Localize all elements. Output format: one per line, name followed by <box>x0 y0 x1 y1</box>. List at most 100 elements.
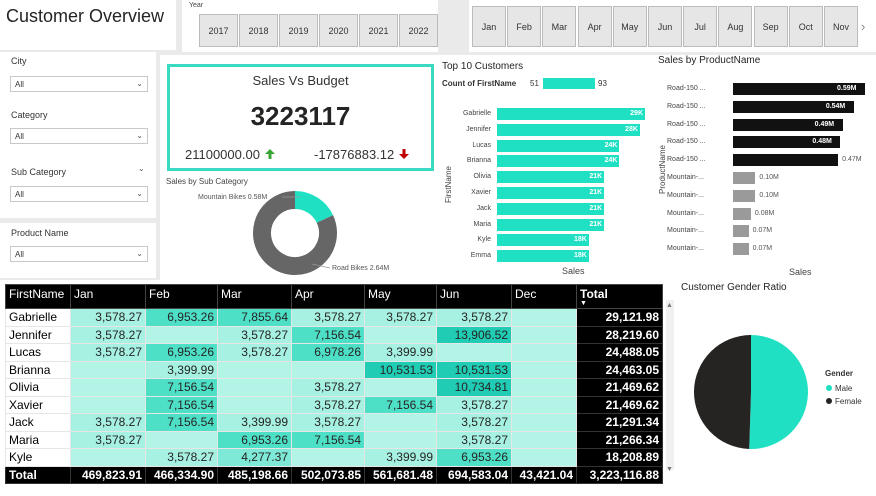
customer-label-emma: Emma <box>470 252 491 260</box>
sub-category-filter-dropdown[interactable]: All ⌄ <box>10 186 148 202</box>
customer-bar-jennifer[interactable]: 28K <box>497 123 640 136</box>
gender-slice-female[interactable] <box>694 335 751 449</box>
matrix-scroll-up[interactable]: ▲ <box>666 302 673 309</box>
year-button-2018[interactable]: 2018 <box>239 14 278 47</box>
matrix-scroll-down[interactable]: ▼ <box>666 466 673 473</box>
customer-bar-jack[interactable]: 21K <box>497 202 605 215</box>
top-customers-ylabel: FirstName <box>443 166 453 203</box>
matrix-cell <box>511 308 577 327</box>
gender-slice-male[interactable] <box>749 335 809 449</box>
matrix-header-may[interactable]: May <box>364 284 437 309</box>
matrix-cell <box>436 343 512 362</box>
total-cell: 502,073.85 <box>291 465 365 484</box>
row-total: 28,219.60 <box>576 325 663 344</box>
customer-bar-maria[interactable]: 21K <box>497 218 605 231</box>
matrix-cell: 3,399.99 <box>145 360 218 379</box>
matrix-cell <box>511 360 577 379</box>
product-bar[interactable] <box>733 225 749 238</box>
donut-slice-0[interactable] <box>294 191 334 224</box>
total-row-label: Total <box>5 465 71 484</box>
matrix-header-dec[interactable]: Dec <box>511 284 577 309</box>
month-button-mar[interactable]: Mar <box>542 6 577 47</box>
chevron-right-icon[interactable]: › <box>861 19 865 34</box>
category-filter-dropdown[interactable]: All ⌄ <box>10 128 148 144</box>
matrix-header-jun[interactable]: Jun <box>436 284 512 309</box>
year-button-2021[interactable]: 2021 <box>359 14 398 47</box>
month-button-jun[interactable]: Jun <box>648 6 682 47</box>
month-button-may[interactable]: May <box>612 6 647 47</box>
product-name-filter-dropdown[interactable]: All ⌄ <box>10 246 148 262</box>
count-slider-track[interactable] <box>543 78 595 89</box>
row-name: Maria <box>5 430 71 449</box>
year-button-2020[interactable]: 2020 <box>319 14 358 47</box>
month-button-aug[interactable]: Aug <box>718 6 753 47</box>
matrix-cell: 3,578.27 <box>436 308 512 327</box>
month-button-jul[interactable]: Jul <box>683 6 718 47</box>
customer-bar-brianna[interactable]: 24K <box>497 155 620 168</box>
product-bar[interactable] <box>733 243 749 256</box>
matrix-cell <box>511 448 577 467</box>
chevron-down-icon[interactable]: ⌄ <box>138 164 145 173</box>
table-row: Kyle 3,578.27 4,277.37 3,399.99 6,953.26 18,2… <box>5 448 663 467</box>
product-bar[interactable] <box>733 207 751 220</box>
product-bar[interactable] <box>733 154 839 167</box>
matrix-header-firstname[interactable]: FirstName <box>5 284 71 309</box>
matrix-cell: 3,578.27 <box>291 308 365 327</box>
kpi-title: Sales Vs Budget <box>252 73 349 88</box>
month-button-jan[interactable]: Jan <box>472 6 506 47</box>
matrix-cell <box>217 360 292 379</box>
customer-bar-gabrielle[interactable]: 29K <box>497 108 645 120</box>
city-filter-dropdown[interactable]: All ⌄ <box>10 76 148 92</box>
customer-bar-value: 21K <box>589 173 603 181</box>
matrix-scrollbar[interactable] <box>666 300 674 470</box>
table-row: Jennifer 3,578.27 3,578.27 7,156.54 13,906.5… <box>5 325 663 344</box>
matrix-header-mar[interactable]: Mar <box>217 284 292 309</box>
product-bar[interactable] <box>733 189 756 202</box>
month-button-apr[interactable]: Apr <box>577 6 612 47</box>
gender-legend-title: Gender <box>825 369 854 378</box>
product-bar-value: 0.10M <box>759 174 779 181</box>
legend-item-female[interactable]: Female <box>826 397 862 406</box>
matrix-header-label: Feb <box>149 287 170 301</box>
customer-bar-olivia[interactable]: 21K <box>497 171 605 184</box>
kpi-budget-value: 21100000.00 <box>185 147 260 162</box>
legend-label: Female <box>835 397 862 406</box>
count-slider-min: 51 <box>530 79 539 88</box>
row-total: 21,291.34 <box>576 413 663 432</box>
matrix-header-jan[interactable]: Jan <box>70 284 146 309</box>
customer-bar-value: 21K <box>589 204 603 212</box>
month-button-oct[interactable]: Oct <box>788 6 823 47</box>
customer-bar-value: 24K <box>604 157 618 165</box>
month-button-sep[interactable]: Sep <box>753 6 788 47</box>
customer-bar-emma[interactable]: 18K <box>497 250 589 263</box>
matrix-cell: 6,953.26 <box>145 343 218 362</box>
matrix-cell <box>217 378 292 397</box>
customer-bar-kyle[interactable]: 18K <box>497 234 589 247</box>
legend-item-male[interactable]: Male <box>826 384 852 393</box>
legend-dot-icon <box>826 398 832 404</box>
product-bar[interactable] <box>733 172 756 184</box>
matrix-header-apr[interactable]: Apr <box>291 284 365 309</box>
matrix-cell: 3,578.27 <box>70 430 146 449</box>
matrix-header-feb[interactable]: Feb <box>145 284 218 309</box>
year-button-2022[interactable]: 2022 <box>399 14 438 47</box>
row-total: 24,463.05 <box>576 360 663 379</box>
month-button-nov[interactable]: Nov <box>824 6 858 47</box>
row-total: 24,488.05 <box>576 343 663 362</box>
customer-bar-value: 18K <box>574 252 587 260</box>
category-filter-value: All <box>15 132 24 141</box>
chevron-down-icon: ⌄ <box>136 131 143 140</box>
customer-bar-xavier[interactable]: 21K <box>497 187 605 199</box>
product-sales-ylabel: ProductName <box>657 145 667 194</box>
category-filter-label: Category <box>11 110 48 120</box>
row-name: Jack <box>5 413 71 432</box>
year-button-2017[interactable]: 2017 <box>199 14 238 47</box>
customer-bar-lucas[interactable]: 24K <box>497 139 620 152</box>
matrix-header-total[interactable]: Total ▼ <box>576 284 663 309</box>
year-button-2019[interactable]: 2019 <box>279 14 318 47</box>
customer-label-jack: Jack <box>476 204 491 212</box>
matrix-cell: 6,953.26 <box>145 308 218 327</box>
matrix-cell: 3,578.27 <box>70 325 146 344</box>
product-bar-value: 0.10M <box>759 191 779 199</box>
month-button-feb[interactable]: Feb <box>507 6 542 47</box>
